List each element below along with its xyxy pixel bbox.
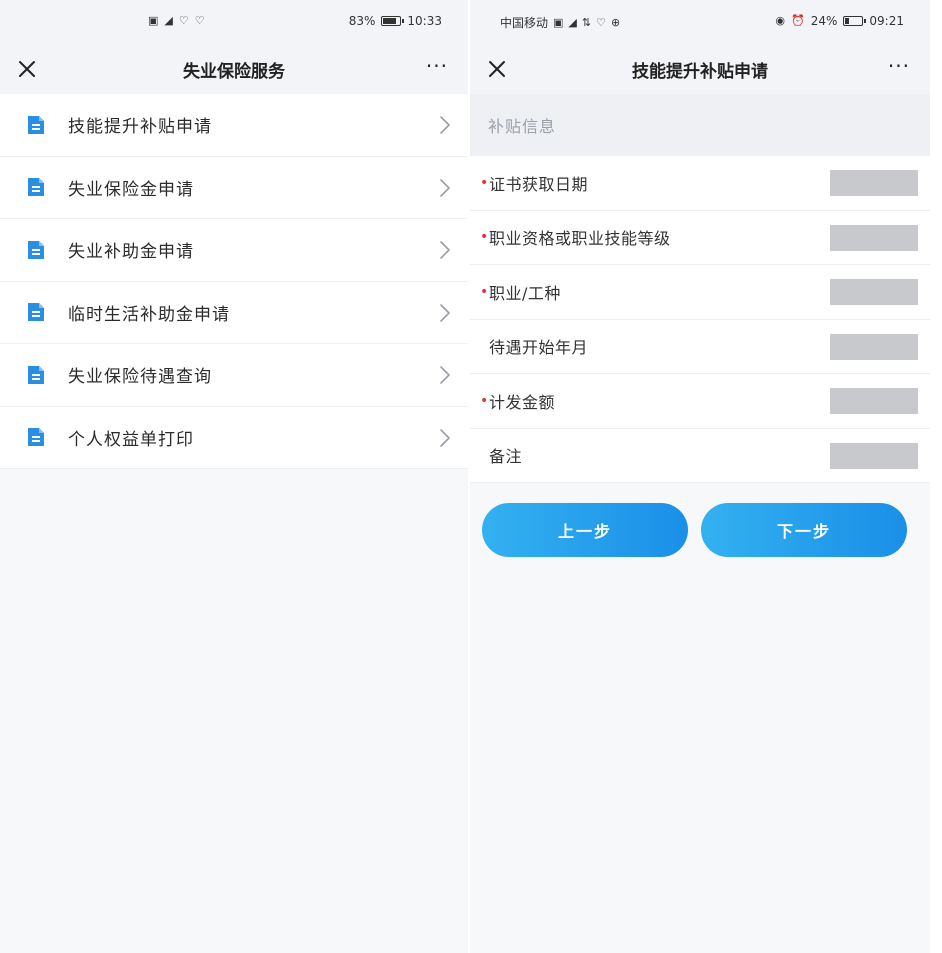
battery-percent: 83% <box>348 14 376 28</box>
form-field-value[interactable] <box>830 442 918 469</box>
next-step-button[interactable]: 下一步 <box>701 503 907 557</box>
carrier-name: 中国移动 <box>500 16 549 30</box>
document-icon <box>25 425 47 449</box>
form-field-label: 计发金额 <box>489 392 556 412</box>
service-menu-list: 技能提升补贴申请 失业保险金申请 失业补助金申请临时生活补助金申请 失业保险待遇查询个… <box>0 94 468 469</box>
menu-item[interactable]: 技能提升补贴申请 <box>0 94 468 157</box>
clock: 10:33 <box>407 14 442 28</box>
chevron-right-icon <box>440 241 450 259</box>
eye-icon: ◉ <box>775 14 786 27</box>
chevron-right-icon <box>440 428 450 447</box>
clock: 09:21 <box>869 14 904 28</box>
menu-item-label: 失业补助金申请 <box>68 242 194 263</box>
form-field-value[interactable] <box>830 388 918 414</box>
status-bar: ▣ ◢ ♡ ♡ 83% 10:33 <box>0 0 468 44</box>
document-icon <box>25 238 47 262</box>
close-icon[interactable] <box>486 58 508 80</box>
form-field-value[interactable] <box>830 279 918 305</box>
status-right: ◉ ⏰ 24% 09:21 <box>775 14 904 28</box>
status-bar: 中国移动 ▣ ◢ ⇅ ♡ ⊕ ◉ ⏰ 24% 09:21 <box>470 0 930 44</box>
subsidy-form: • 证书获取日期 • 职业资格或职业技能等级 • 职业/工种 待遇开始年月 • 计发金额 备注 <box>470 156 930 483</box>
nav-bar: 技能提升补贴申请 ··· <box>470 44 930 94</box>
chevron-right-icon <box>440 366 450 384</box>
section-title: 补贴信息 <box>488 117 557 136</box>
document-icon <box>25 300 47 324</box>
heart-icon: ♡ <box>178 14 189 27</box>
page-title: 失业保险服务 <box>183 61 285 82</box>
status-icons: ▣ ◢ ♡ ♡ <box>148 14 205 28</box>
form-field-label: 职业/工种 <box>489 283 561 303</box>
download-icon: ⊕ <box>610 15 621 29</box>
close-icon[interactable] <box>16 58 38 80</box>
data-transfer-icon: ⇅ <box>581 15 592 29</box>
status-right: 83% 10:33 <box>349 14 442 28</box>
status-left: 中国移动 ▣ ◢ ⇅ ♡ ⊕ <box>500 14 620 31</box>
form-row: • 计发金额 <box>470 374 930 429</box>
section-header: 补贴信息 <box>470 94 930 156</box>
required-marker: • <box>480 229 489 246</box>
alarm-icon: ⏰ <box>791 14 805 27</box>
form-row: • 职业/工种 <box>470 265 930 320</box>
form-field-value[interactable] <box>830 333 918 360</box>
button-row: 上一步 下一步 <box>470 483 930 593</box>
required-marker: • <box>480 174 489 191</box>
menu-item-label: 临时生活补助金申请 <box>68 304 230 325</box>
heart-icon: ♡ <box>194 14 205 27</box>
chevron-right-icon <box>440 303 450 322</box>
page-title: 技能提升补贴申请 <box>632 61 768 82</box>
form-row: • 职业资格或职业技能等级 <box>470 211 930 265</box>
menu-item[interactable]: 失业保险金申请 <box>0 156 468 219</box>
required-marker: • <box>480 392 489 409</box>
menu-item[interactable]: 失业补助金申请 <box>0 219 468 282</box>
form-field-label: 职业资格或职业技能等级 <box>489 229 671 249</box>
chevron-right-icon <box>440 116 450 134</box>
menu-item[interactable]: 个人权益单打印 <box>0 406 468 469</box>
menu-item-label: 失业保险待遇查询 <box>68 367 212 388</box>
menu-item-label: 个人权益单打印 <box>68 429 194 450</box>
menu-item-label: 失业保险金申请 <box>68 179 194 200</box>
form-row: 备注 <box>470 429 930 483</box>
previous-step-button[interactable]: 上一步 <box>482 503 688 557</box>
battery-percent: 24% <box>810 14 838 28</box>
battery-icon <box>381 16 405 26</box>
required-marker: • <box>480 283 489 300</box>
menu-item[interactable]: 失业保险待遇查询 <box>0 344 468 407</box>
form-row: • 证书获取日期 <box>470 156 930 211</box>
heart-icon: ♡ <box>596 15 606 29</box>
message-icon: ▣ <box>148 14 159 27</box>
signal-icon: ◢ <box>164 14 173 27</box>
document-icon <box>25 175 47 199</box>
form-field-label: 备注 <box>489 447 523 467</box>
form-field-label: 待遇开始年月 <box>489 338 589 358</box>
form-field-value[interactable] <box>830 170 918 196</box>
signal-icon: ◢ <box>568 15 577 29</box>
document-icon <box>25 113 47 137</box>
form-field-value[interactable] <box>830 224 918 251</box>
battery-icon <box>843 16 867 26</box>
menu-item[interactable]: 临时生活补助金申请 <box>0 281 468 344</box>
right-phone-screen: 中国移动 ▣ ◢ ⇅ ♡ ⊕ ◉ ⏰ 24% 09:21 技能提升补贴申请 ··… <box>470 0 930 953</box>
nav-bar: 失业保险服务 ··· <box>0 44 468 94</box>
left-phone-screen: ▣ ◢ ♡ ♡ 83% 10:33 失业保险服务 ··· 技能提升补贴申请 失业保… <box>0 0 468 953</box>
message-icon: ▣ <box>553 15 564 29</box>
form-field-label: 证书获取日期 <box>489 174 589 194</box>
menu-item-label: 技能提升补贴申请 <box>68 117 212 138</box>
document-icon <box>25 363 47 387</box>
more-options-icon[interactable]: ··· <box>426 56 448 76</box>
form-row: 待遇开始年月 <box>470 320 930 374</box>
chevron-right-icon <box>440 178 450 197</box>
more-options-icon[interactable]: ··· <box>888 56 910 76</box>
